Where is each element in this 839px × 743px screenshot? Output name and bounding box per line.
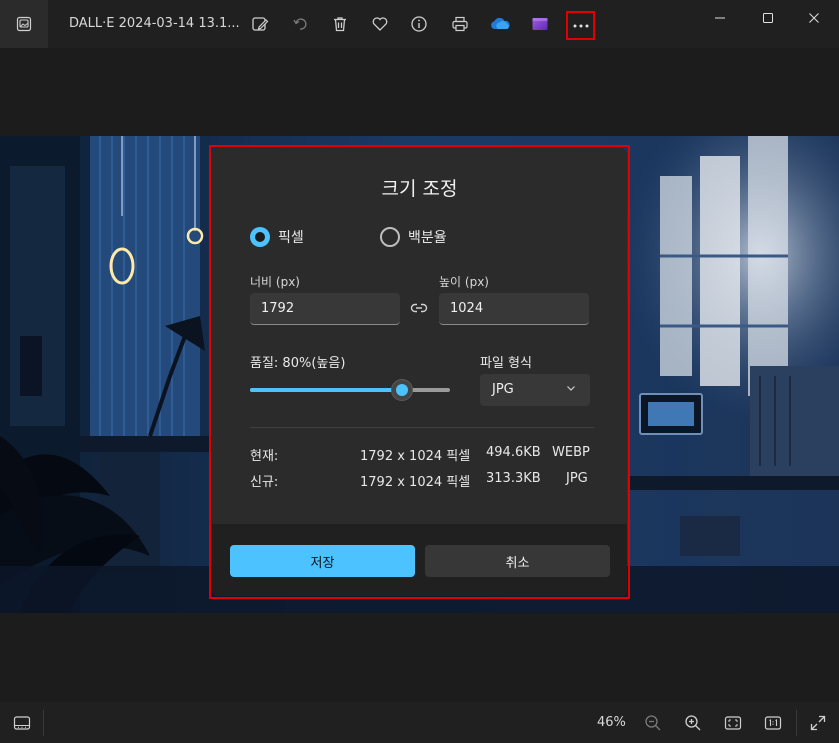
file-format-value: JPG bbox=[492, 382, 514, 397]
radio-label: 백분율 bbox=[408, 230, 447, 246]
quality-slider[interactable] bbox=[250, 379, 450, 401]
maximize-icon bbox=[763, 13, 773, 23]
delete-icon[interactable] bbox=[328, 12, 352, 36]
info-icon[interactable] bbox=[407, 12, 431, 36]
quality-slider-fill bbox=[250, 388, 402, 392]
edit-image-icon[interactable] bbox=[248, 12, 272, 36]
current-format: WEBP bbox=[552, 445, 590, 460]
zoom-out-icon[interactable] bbox=[642, 712, 664, 734]
fit-to-window-icon[interactable] bbox=[722, 712, 744, 734]
zoom-in-icon[interactable] bbox=[682, 712, 704, 734]
gallery-icon[interactable] bbox=[0, 0, 48, 48]
height-label: 높이 (px) bbox=[439, 275, 489, 289]
new-label: 신규: bbox=[250, 475, 279, 490]
current-label: 현재: bbox=[250, 449, 279, 464]
dialog-footer: 저장 취소 bbox=[212, 524, 627, 596]
minimize-icon bbox=[715, 17, 725, 19]
bottom-bar: 46% bbox=[0, 702, 839, 743]
width-label: 너비 (px) bbox=[250, 275, 300, 289]
close-button[interactable] bbox=[798, 8, 830, 28]
chevron-down-icon bbox=[567, 386, 575, 391]
separator bbox=[796, 710, 797, 736]
file-format-select[interactable]: JPG bbox=[480, 374, 590, 406]
radio-unselected-indicator bbox=[380, 227, 400, 247]
zoom-level[interactable]: 46% bbox=[597, 715, 626, 730]
width-input[interactable]: 1792 bbox=[250, 293, 400, 325]
maximize-button[interactable] bbox=[752, 8, 784, 28]
filmstrip-icon[interactable] bbox=[11, 712, 33, 734]
favorite-icon[interactable] bbox=[368, 12, 392, 36]
title-bar: DALL·E 2024-03-14 13.1... bbox=[0, 0, 839, 48]
current-file-size: 494.6KB bbox=[486, 445, 541, 460]
full-screen-icon[interactable] bbox=[807, 712, 829, 734]
height-input[interactable]: 1024 bbox=[439, 293, 589, 325]
radio-percentage[interactable]: 백분율 bbox=[380, 227, 447, 247]
new-format: JPG bbox=[566, 471, 588, 486]
print-icon[interactable] bbox=[448, 12, 472, 36]
onedrive-icon[interactable] bbox=[488, 12, 512, 36]
resize-dialog: 크기 조정 픽셀 백분율 너비 (px) 1792 높이 (px) 1024 품… bbox=[212, 148, 627, 596]
window-title: DALL·E 2024-03-14 13.1... bbox=[69, 16, 240, 31]
quality-label: 품질: 80%(높음) bbox=[250, 356, 346, 371]
more-options-button[interactable] bbox=[566, 11, 595, 40]
radio-label: 픽셀 bbox=[278, 230, 304, 246]
radio-selected-indicator bbox=[250, 227, 270, 247]
dialog-title: 크기 조정 bbox=[381, 178, 458, 200]
new-file-size: 313.3KB bbox=[486, 471, 541, 486]
radio-pixels[interactable]: 픽셀 bbox=[250, 227, 304, 247]
close-icon bbox=[809, 13, 819, 23]
cancel-button[interactable]: 취소 bbox=[425, 545, 610, 577]
more-options-icon bbox=[573, 24, 588, 27]
new-dimensions: 1792 x 1024 픽셀 bbox=[360, 475, 471, 490]
rotate-icon[interactable] bbox=[288, 12, 312, 36]
aspect-lock-icon[interactable] bbox=[410, 300, 428, 319]
minimize-button[interactable] bbox=[704, 8, 736, 28]
save-button[interactable]: 저장 bbox=[230, 545, 415, 577]
clipchamp-icon[interactable] bbox=[528, 12, 552, 36]
current-dimensions: 1792 x 1024 픽셀 bbox=[360, 449, 471, 464]
quality-slider-thumb[interactable] bbox=[391, 379, 413, 401]
file-format-label: 파일 형식 bbox=[480, 356, 532, 371]
actual-size-icon[interactable] bbox=[762, 712, 784, 734]
separator bbox=[43, 710, 44, 736]
divider bbox=[250, 427, 594, 428]
